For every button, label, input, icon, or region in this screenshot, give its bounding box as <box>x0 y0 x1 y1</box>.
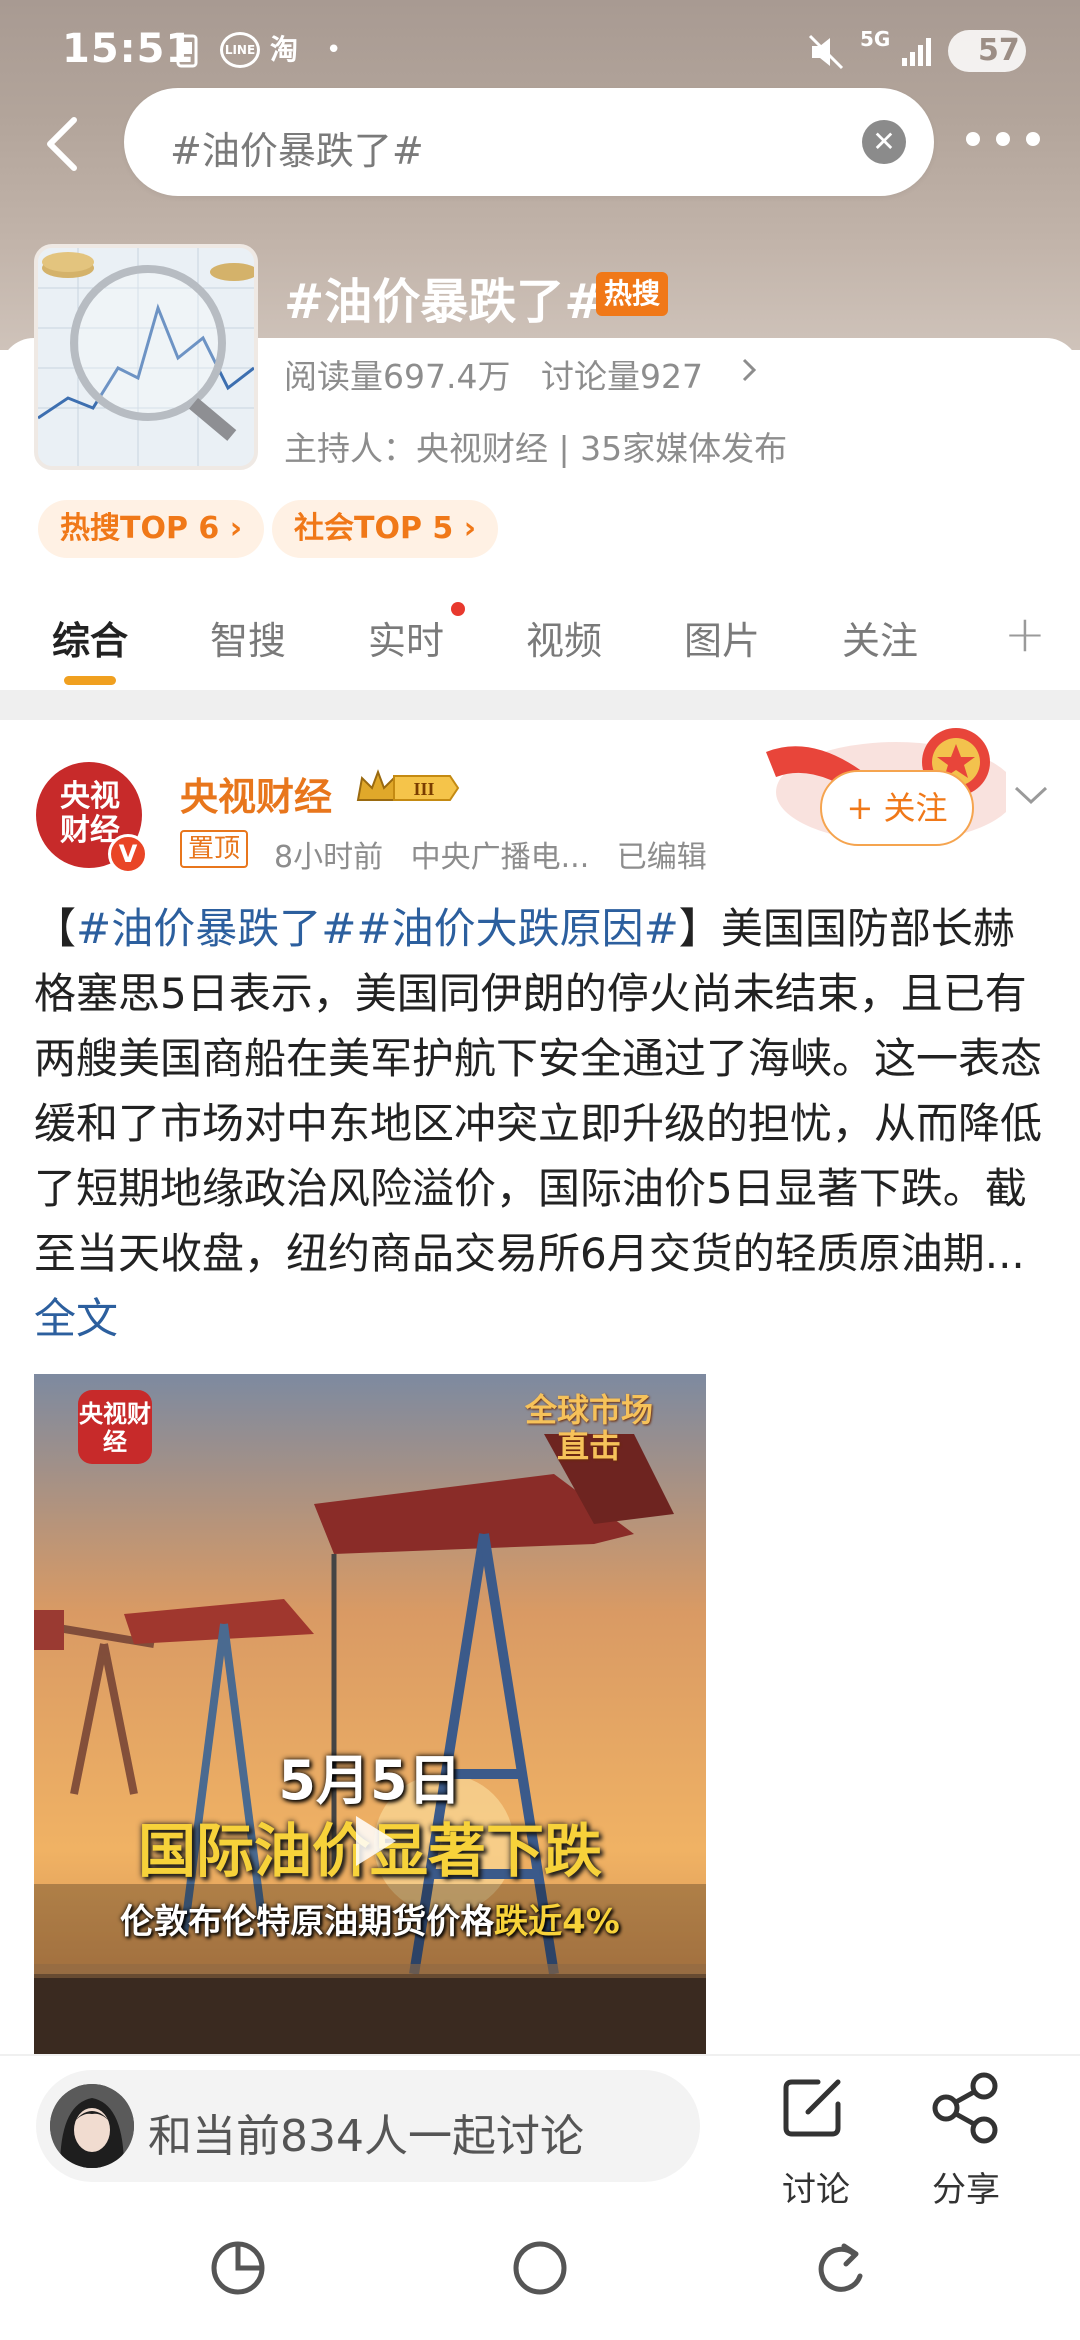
post-source: 中央广播电... <box>410 840 590 875</box>
tab-realtime[interactable]: 实时 <box>368 610 444 665</box>
bracket-close: 】 <box>678 904 721 953</box>
follow-button[interactable]: + 关注 <box>820 770 974 846</box>
user-avatar <box>50 2084 134 2168</box>
signal-icon <box>902 38 931 66</box>
discuss-count: 讨论量927 <box>540 357 703 396</box>
notification-dot: • <box>326 35 342 65</box>
hashtag-link[interactable]: #油价暴跌了# <box>76 904 356 953</box>
post-time: 8小时前 <box>274 840 384 875</box>
chip-hot-search-rank[interactable]: 热搜TOP 6 › <box>38 500 265 558</box>
realtime-new-dot <box>451 602 465 616</box>
back-arrow-icon[interactable] <box>40 112 90 176</box>
sim-icon <box>176 34 198 68</box>
verified-badge-icon: V <box>108 834 148 874</box>
tab-following[interactable]: 关注 <box>842 610 918 665</box>
post-text: 【#油价暴跌了##油价大跌原因#】美国国防部长赫格塞思5日表示，美国同伊朗的停火… <box>34 896 1054 1351</box>
topic-title: #油价暴跌了# <box>284 274 605 330</box>
discuss-label: 讨论 <box>782 2170 850 2210</box>
search-bar[interactable]: #油价暴跌了# ✕ <box>124 88 934 196</box>
hot-badge: 热搜 <box>596 272 668 316</box>
chevron-down-icon[interactable] <box>1010 778 1052 810</box>
video-program-brand: 全球市场直击 <box>524 1391 653 1465</box>
author-name[interactable]: 央视财经 <box>180 766 332 821</box>
tab-images[interactable]: 图片 <box>684 610 760 665</box>
discussion-placeholder[interactable]: 和当前834人一起讨论 <box>148 2100 584 2164</box>
tab-comprehensive[interactable]: 综合 <box>52 610 128 665</box>
video-thumbnail[interactable]: 央视财经 全球市场直击 5月5日 国际油价显著下跌 伦敦布伦特原油期货价格跌近4… <box>34 1374 706 2054</box>
add-tab-icon[interactable]: + <box>1004 604 1046 664</box>
topic-stats[interactable]: 阅读量697.4万 讨论量927 <box>284 350 703 398</box>
read-count: 阅读量697.4万 <box>284 357 511 396</box>
recents-nav-icon[interactable] <box>206 2236 270 2300</box>
status-time: 15:51 <box>62 26 195 72</box>
clear-search-icon[interactable]: ✕ <box>862 120 906 164</box>
post-body: 美国国防部长赫格塞思5日表示，美国同伊朗的停火尚未结束，且已有两艘美国商船在美军… <box>34 904 1043 1278</box>
crown-level-icon: III <box>356 769 460 801</box>
full-text-link[interactable]: 全文 <box>34 1294 118 1343</box>
line-icon: LINE <box>220 32 260 68</box>
status-bar: 15:51 LINE 淘 • 5G 57 <box>0 0 1080 100</box>
screen: 15:51 LINE 淘 • 5G 57 #油价暴跌了# ✕ #油价暴跌了# 热… <box>0 0 1080 2340</box>
topic-thumbnail <box>34 244 258 470</box>
chip-society-rank[interactable]: 社会TOP 5 › <box>272 500 499 558</box>
level-text: III <box>413 779 434 799</box>
play-icon[interactable] <box>334 1804 408 1878</box>
tab-video[interactable]: 视频 <box>526 610 602 665</box>
battery-indicator: 57 <box>948 30 1026 72</box>
discuss-action[interactable]: 讨论 <box>756 2070 876 2210</box>
share-icon <box>932 2072 998 2144</box>
edit-icon <box>783 2079 841 2137</box>
mute-icon <box>808 34 844 70</box>
hashtag-link[interactable]: #油价大跌原因# <box>356 904 678 953</box>
video-subtitle-prefix: 伦敦布伦特原油期货价格 <box>120 1902 495 1942</box>
back-nav-icon[interactable] <box>810 2236 874 2300</box>
post-edited: 已编辑 <box>616 840 707 875</box>
network-label: 5G <box>860 27 891 51</box>
home-nav-icon[interactable] <box>508 2236 572 2300</box>
chevron-right-icon[interactable] <box>736 354 762 386</box>
search-input[interactable]: #油价暴跌了# <box>170 120 424 175</box>
video-subtitle: 伦敦布伦特原油期货价格跌近4% <box>34 1894 706 1943</box>
video-channel-logo: 央视财经 <box>78 1390 152 1464</box>
pinned-badge: 置顶 <box>180 830 249 868</box>
discussion-input[interactable]: 和当前834人一起讨论 <box>36 2070 700 2182</box>
share-action[interactable]: 分享 <box>906 2070 1026 2210</box>
tab-smart-search[interactable]: 智搜 <box>210 610 286 665</box>
video-subtitle-highlight: 跌近4% <box>494 1902 620 1942</box>
host-info: 主持人：央视财经 | 35家媒体发布 <box>284 429 788 468</box>
active-tab-indicator <box>64 676 116 685</box>
video-scene <box>34 1374 706 2054</box>
post-meta: 8小时前 中央广播电... 已编辑 <box>274 832 707 876</box>
taobao-icon: 淘 <box>270 33 299 66</box>
section-divider <box>0 690 1080 720</box>
more-options-icon[interactable] <box>966 114 1046 164</box>
bracket-open: 【 <box>34 904 77 953</box>
share-label: 分享 <box>932 2170 1000 2210</box>
